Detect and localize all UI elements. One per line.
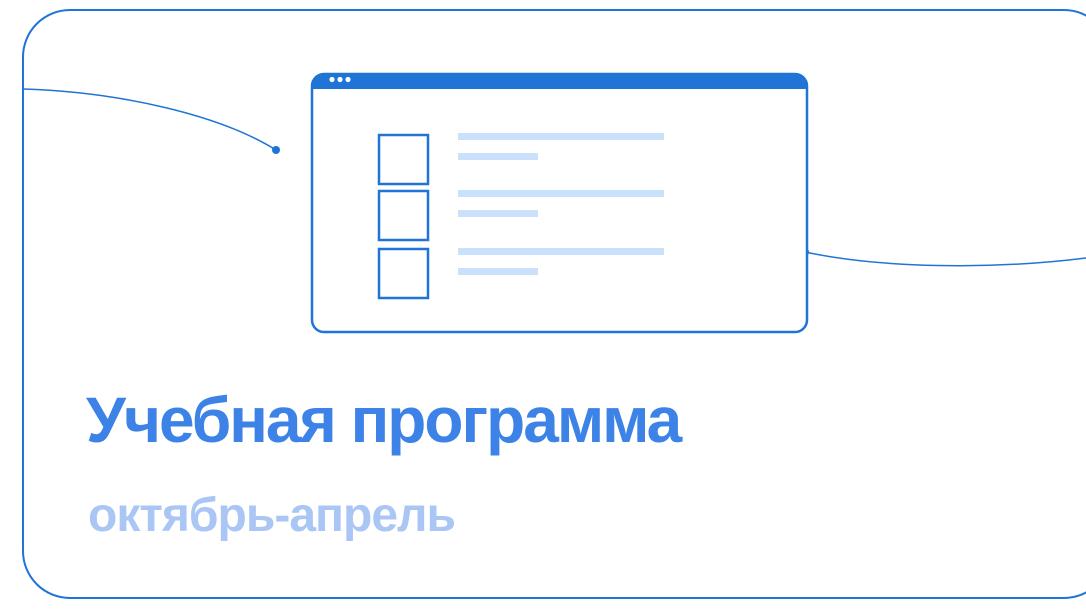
text-line-short (458, 153, 538, 160)
page-title: Учебная программа (86, 384, 682, 456)
window-dot (337, 76, 343, 83)
text-line-short (458, 210, 538, 217)
text-line-long (458, 190, 664, 197)
window-titlebar (312, 74, 807, 89)
connector-line-right (804, 251, 1086, 267)
text-line-short (458, 268, 538, 275)
window-dot (345, 76, 351, 83)
window-dot (329, 76, 335, 83)
window-frame (310, 72, 809, 334)
text-line-long (458, 133, 664, 140)
connector-dot-left (272, 146, 280, 154)
page-subtitle: октябрь-апрель (88, 489, 456, 542)
checklist-window-icon (310, 72, 809, 334)
text-line-long (458, 248, 664, 255)
connector-line-left (22, 88, 277, 151)
